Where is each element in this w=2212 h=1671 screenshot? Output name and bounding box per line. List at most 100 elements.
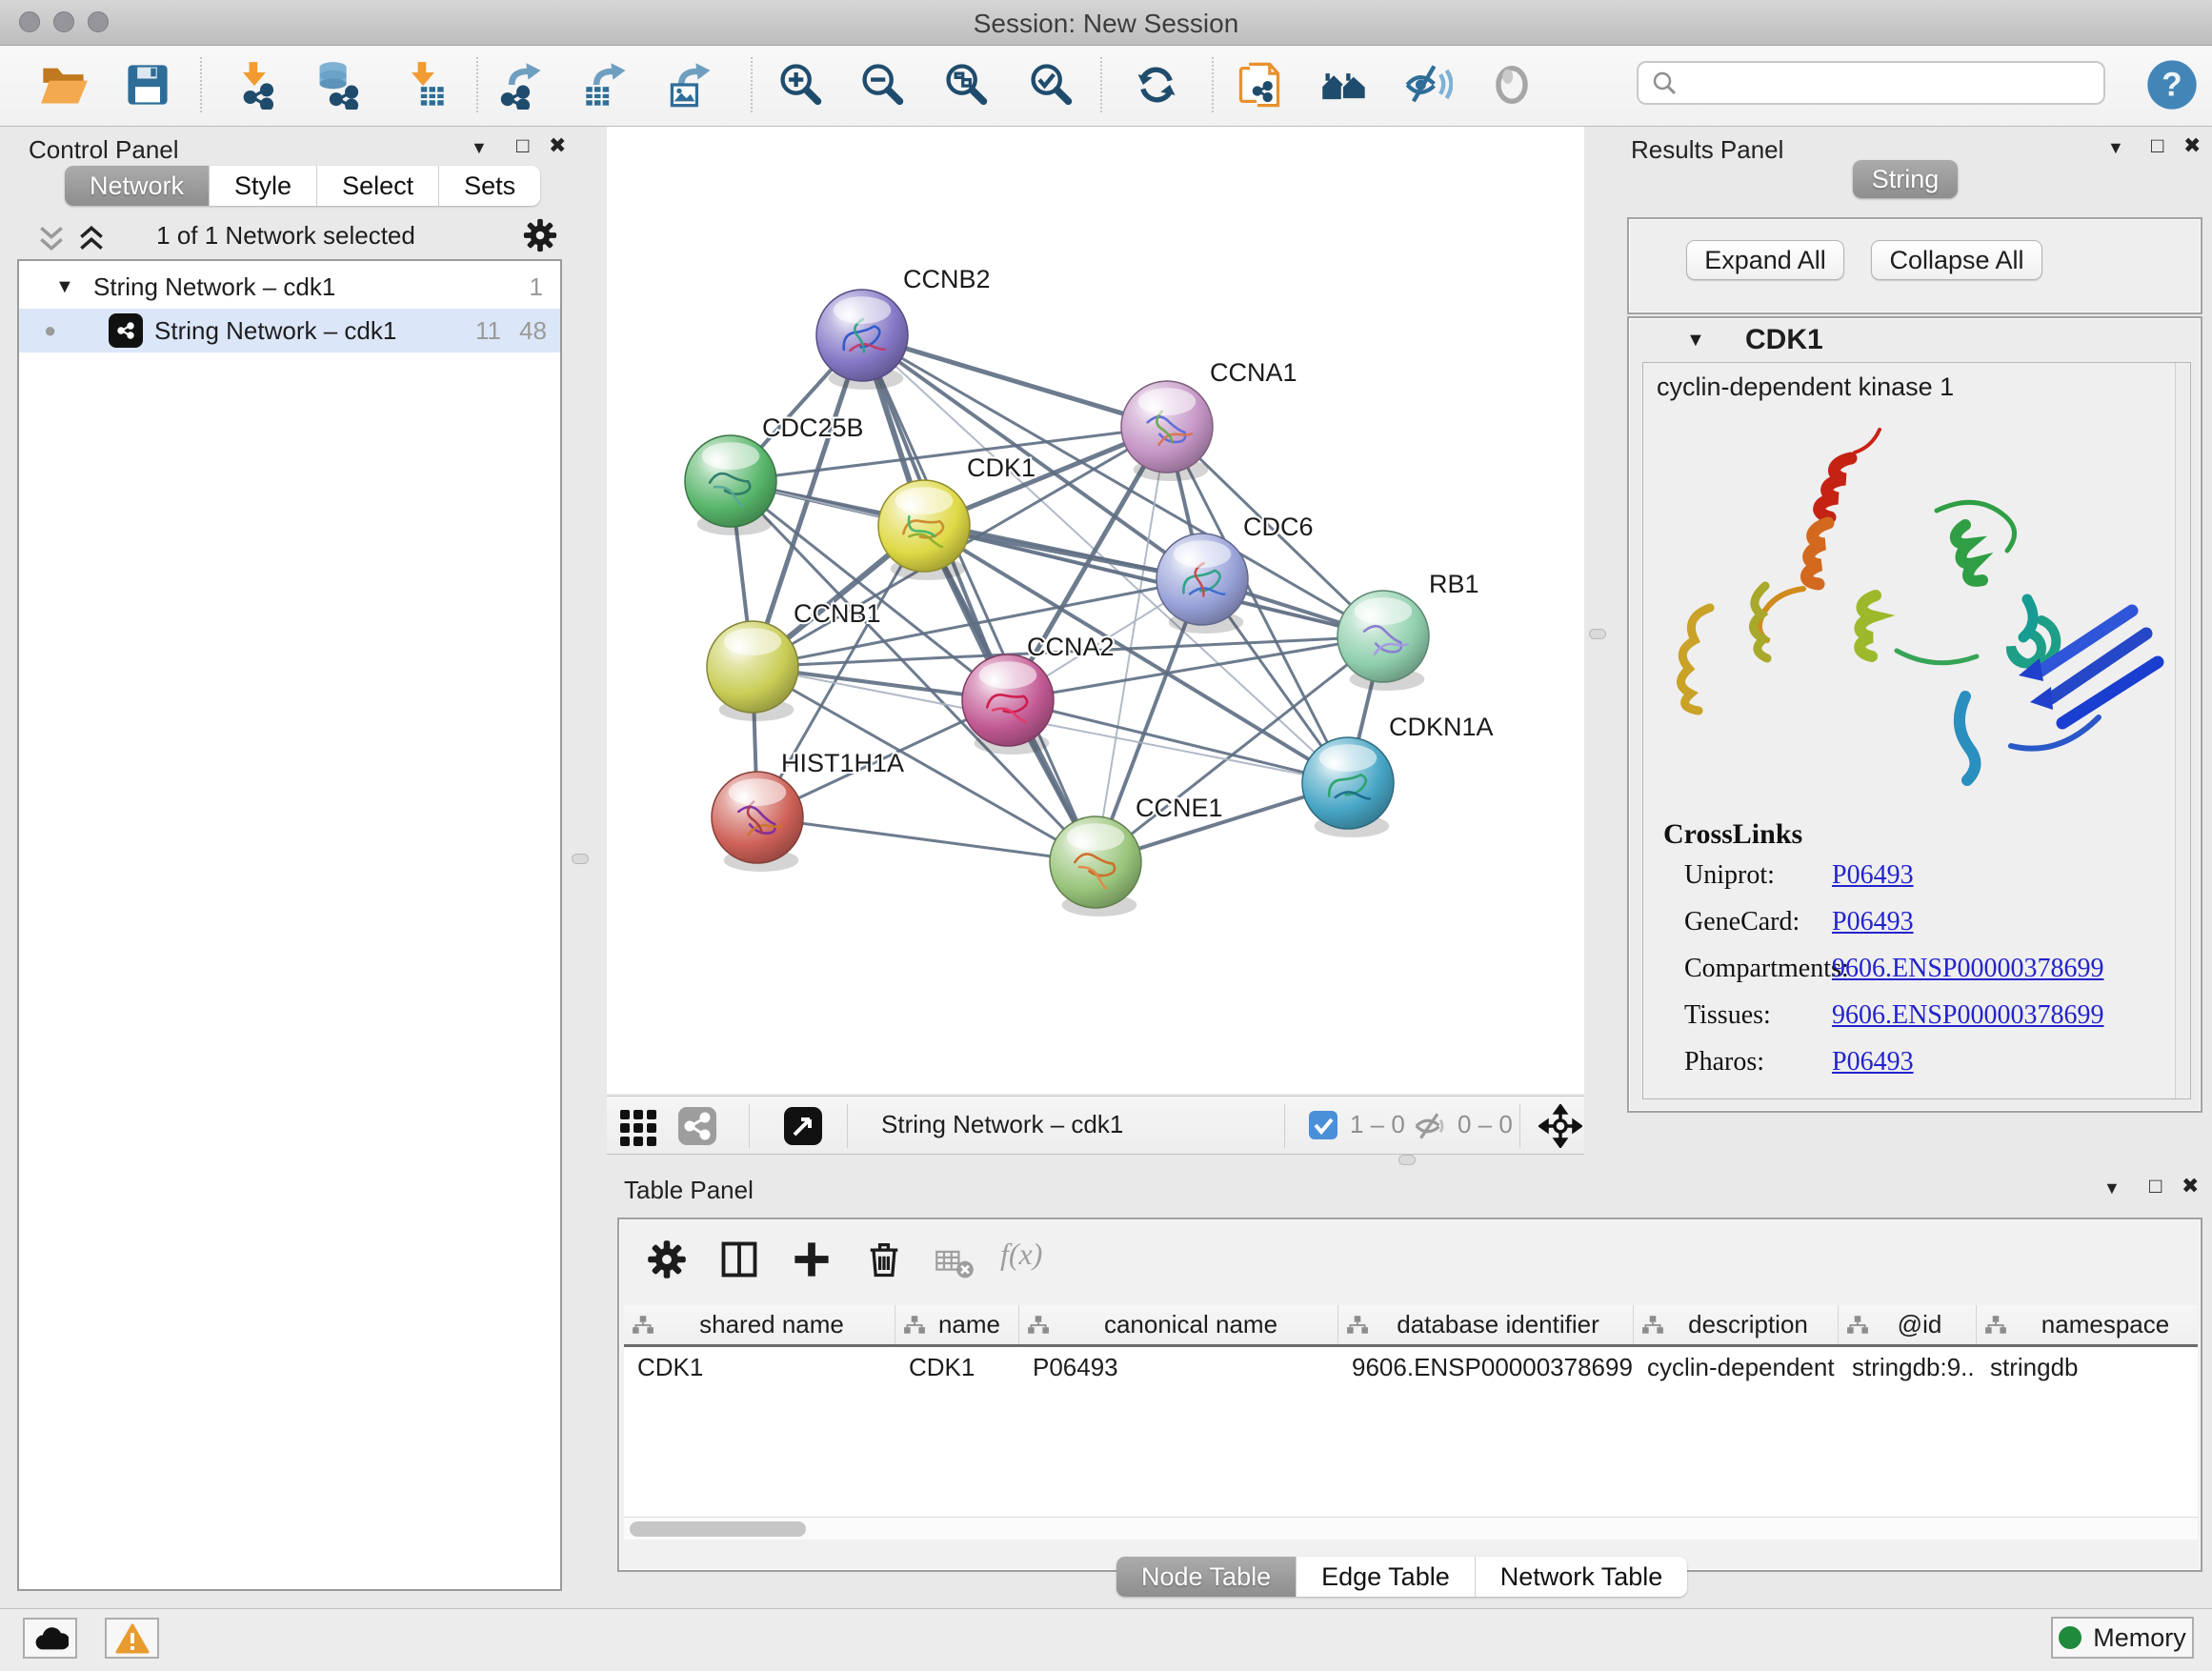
hide-unhide-eye-slash-icon[interactable] xyxy=(1398,55,1458,114)
crosslink-row: Pharos:P06493 xyxy=(1684,1047,2180,1077)
expander-icon[interactable]: ▼ xyxy=(55,276,74,298)
node-CCNE1[interactable]: CCNE1 xyxy=(1050,794,1223,916)
crosslink-value-link[interactable]: 9606.ENSP00000378699 xyxy=(1832,954,2103,984)
refresh-icon[interactable] xyxy=(1126,55,1187,114)
network-canvas[interactable]: CCNB2CCNA1CDC25BCDK1CDC6RB1CCNB1CCNA2CDK… xyxy=(607,127,1584,1094)
tab-style[interactable]: Style xyxy=(210,166,317,206)
gene-name-header: CDK1 xyxy=(1745,324,1823,356)
network-collection-row[interactable]: ▼ String Network – cdk1 1 xyxy=(19,265,560,309)
zoom-out-icon[interactable] xyxy=(852,55,913,114)
zoom-fit-icon[interactable] xyxy=(935,55,996,114)
edge-CCNB2-CCNE1[interactable] xyxy=(862,335,1096,862)
cloud-button[interactable] xyxy=(23,1618,77,1659)
home-icon[interactable] xyxy=(1314,55,1375,114)
column-header--id[interactable]: @id xyxy=(1839,1305,1977,1344)
export-table-icon[interactable] xyxy=(576,55,637,114)
node-CDKN1A[interactable]: CDKN1A xyxy=(1302,713,1494,837)
import-string-network-icon[interactable] xyxy=(1229,55,1290,114)
horizontal-scrollbar[interactable] xyxy=(624,1517,2198,1540)
edge-CCNB2-CCNA1[interactable] xyxy=(862,335,1167,427)
tab-network-table[interactable]: Network Table xyxy=(1476,1557,1688,1597)
crosslink-row: GeneCard:P06493 xyxy=(1684,907,2180,937)
crosslink-value-link[interactable]: P06493 xyxy=(1832,1047,1914,1077)
help-icon[interactable]: ? xyxy=(2142,55,2202,114)
table-row[interactable]: CDK1CDK1P064939606.ENSP00000378699cyclin… xyxy=(624,1347,2198,1387)
tab-network[interactable]: Network xyxy=(65,166,210,206)
eye-icon[interactable] xyxy=(1481,55,1542,114)
save-session-icon[interactable] xyxy=(117,55,178,114)
column-header-database-identifier[interactable]: database identifier xyxy=(1338,1305,1634,1344)
table-panel-splitter-handle[interactable] xyxy=(1398,1155,1416,1165)
node-RB1[interactable]: RB1 xyxy=(1337,570,1479,691)
column-header-label: database identifier xyxy=(1397,1310,1599,1339)
column-header-description[interactable]: description xyxy=(1634,1305,1839,1344)
tab-select[interactable]: Select xyxy=(317,166,439,206)
delete-table-icon[interactable] xyxy=(934,1242,975,1284)
column-header-shared-name[interactable]: shared name xyxy=(624,1305,895,1344)
float-panel-icon[interactable]: ▼ xyxy=(2107,139,2124,156)
delete-column-trash-icon[interactable] xyxy=(863,1238,905,1280)
gene-expander-icon[interactable]: ▼ xyxy=(1686,330,1705,352)
float-panel-icon[interactable]: ▼ xyxy=(471,139,488,156)
birdseye-pan-icon[interactable] xyxy=(1538,1104,1582,1148)
network-view-share-icon[interactable] xyxy=(677,1106,717,1146)
add-column-icon[interactable] xyxy=(791,1238,833,1280)
import-network-from-database-icon[interactable] xyxy=(308,55,369,114)
export-network-icon[interactable] xyxy=(492,55,553,114)
network-label: String Network – cdk1 xyxy=(154,316,396,346)
float-panel-icon[interactable]: ▼ xyxy=(2103,1179,2121,1197)
expand-all-button[interactable]: Expand All xyxy=(1686,240,1844,280)
column-header-namespace[interactable]: namespace xyxy=(1977,1305,2198,1344)
memory-button[interactable]: Memory xyxy=(2051,1617,2194,1659)
node-label-CDKN1A: CDKN1A xyxy=(1389,713,1494,741)
tab-sets[interactable]: Sets xyxy=(439,166,540,206)
table-panel-tabs: Node TableEdge TableNetwork Table xyxy=(1116,1557,1687,1597)
maximize-panel-icon[interactable]: □ xyxy=(2151,135,2163,156)
network-options-gear-icon[interactable] xyxy=(522,217,558,253)
export-image-icon[interactable] xyxy=(661,55,722,114)
column-header-canonical-name[interactable]: canonical name xyxy=(1019,1305,1338,1344)
close-panel-icon[interactable]: ✖ xyxy=(2183,135,2201,156)
open-session-icon[interactable] xyxy=(33,55,94,114)
tab-edge-table[interactable]: Edge Table xyxy=(1297,1557,1476,1597)
maximize-panel-icon[interactable]: □ xyxy=(2149,1176,2162,1197)
grid-view-icon[interactable] xyxy=(616,1104,660,1148)
crosslink-value-link[interactable]: P06493 xyxy=(1832,907,1914,937)
selected-checkbox-icon[interactable] xyxy=(1308,1110,1338,1140)
open-in-new-window-icon[interactable] xyxy=(783,1106,823,1146)
network-graph[interactable]: CCNB2CCNA1CDC25BCDK1CDC6RB1CCNB1CCNA2CDK… xyxy=(607,127,1584,1094)
results-panel-splitter-handle[interactable] xyxy=(1589,629,1606,639)
tab-string[interactable]: String xyxy=(1853,160,1958,198)
apply-function-icon[interactable]: f(x) xyxy=(1000,1237,1042,1272)
node-CCNB2[interactable]: CCNB2 xyxy=(816,265,991,390)
table-cell: stringdb xyxy=(1977,1347,2198,1387)
select-columns-icon[interactable] xyxy=(718,1238,760,1280)
zoom-in-icon[interactable] xyxy=(770,55,831,114)
zoom-selected-icon[interactable] xyxy=(1020,55,1081,114)
warning-button[interactable] xyxy=(105,1618,159,1659)
collapse-all-button[interactable]: Collapse All xyxy=(1871,240,2042,280)
crosslink-value-link[interactable]: P06493 xyxy=(1832,860,1914,891)
node-CCNA1[interactable]: CCNA1 xyxy=(1121,358,1297,481)
control-panel: Control Panel ▼ □ ✖ NetworkStyleSelectSe… xyxy=(8,133,564,1601)
results-scrollbar[interactable] xyxy=(2175,363,2190,1098)
results-actions-box: Expand All Collapse All xyxy=(1627,217,2202,314)
network-row-selected[interactable]: ● String Network – cdk1 11 48 xyxy=(19,309,560,352)
import-network-from-file-icon[interactable] xyxy=(224,55,285,114)
close-panel-icon[interactable]: ✖ xyxy=(2182,1176,2199,1197)
edge-HIST1H1A-CCNE1[interactable] xyxy=(757,817,1096,862)
node-HIST1H1A[interactable]: HIST1H1A xyxy=(712,749,904,872)
close-panel-icon[interactable]: ✖ xyxy=(549,135,566,156)
maximize-panel-icon[interactable]: □ xyxy=(516,135,529,156)
hidden-eye-slash-icon[interactable] xyxy=(1412,1108,1448,1144)
control-panel-splitter-handle[interactable] xyxy=(572,854,589,864)
search-input[interactable] xyxy=(1637,61,2105,105)
scrollbar-thumb[interactable] xyxy=(630,1521,806,1537)
crosslink-value-link[interactable]: 9606.ENSP00000378699 xyxy=(1832,1000,2103,1031)
tab-node-table[interactable]: Node Table xyxy=(1116,1557,1297,1597)
import-table-from-file-icon[interactable] xyxy=(392,55,453,114)
node-label-CDK1: CDK1 xyxy=(967,453,1036,482)
table-settings-gear-icon[interactable] xyxy=(646,1238,688,1280)
column-header-name[interactable]: name xyxy=(895,1305,1019,1344)
node-CCNB1[interactable]: CCNB1 xyxy=(707,599,881,721)
